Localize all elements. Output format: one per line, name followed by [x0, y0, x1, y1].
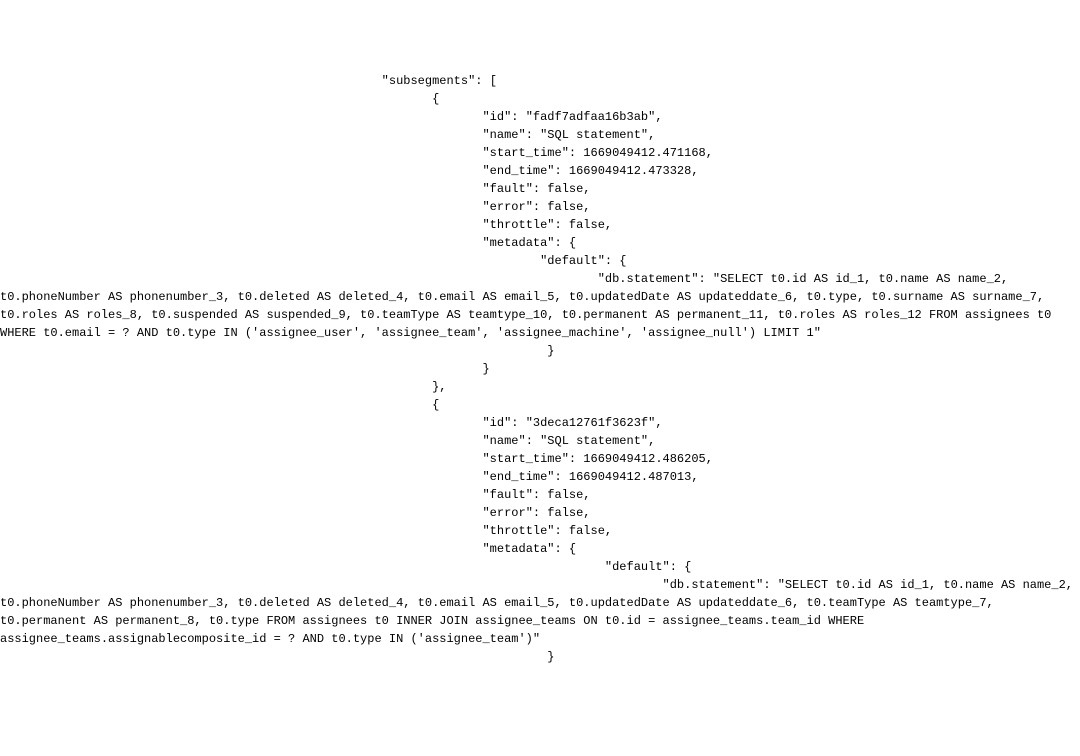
item1-error: "error": false, [0, 200, 591, 214]
item1-metadata: "metadata": { [0, 236, 576, 250]
item1-end-time: "end_time": 1669049412.473328, [0, 164, 699, 178]
item2-name: "name": "SQL statement", [0, 434, 655, 448]
item2-start-time: "start_time": 1669049412.486205, [0, 452, 713, 466]
item2-end-time: "end_time": 1669049412.487013, [0, 470, 699, 484]
item2-error: "error": false, [0, 506, 591, 520]
item1-default: "default": { [0, 254, 627, 268]
item1-name: "name": "SQL statement", [0, 128, 655, 142]
obj-open-2: { [0, 398, 439, 412]
item1-fault: "fault": false, [0, 182, 591, 196]
item2-fault: "fault": false, [0, 488, 591, 502]
item2-default: "default": { [0, 560, 691, 574]
item2-throttle: "throttle": false, [0, 524, 612, 538]
obj-open-1: { [0, 92, 439, 106]
close-brace-1a: } [0, 344, 555, 358]
obj-close-1: }, [0, 380, 446, 394]
item2-id: "id": "3deca12761f3623f", [0, 416, 663, 430]
item2-dbstatement: "db.statement": "SELECT t0.id AS id_1, t… [0, 578, 1080, 646]
item1-dbstatement: "db.statement": "SELECT t0.id AS id_1, t… [0, 272, 1059, 340]
item1-id: "id": "fadf7adfaa16b3ab", [0, 110, 663, 124]
close-brace-1b: } [0, 362, 490, 376]
key-subsegments: "subsegments": [ [0, 74, 497, 88]
item1-start-time: "start_time": 1669049412.471168, [0, 146, 713, 160]
item1-throttle: "throttle": false, [0, 218, 612, 232]
json-code-block: "subsegments": [ { "id": "fadf7adfaa16b3… [0, 72, 1080, 666]
item2-metadata: "metadata": { [0, 542, 576, 556]
close-brace-2a: } [0, 650, 555, 664]
